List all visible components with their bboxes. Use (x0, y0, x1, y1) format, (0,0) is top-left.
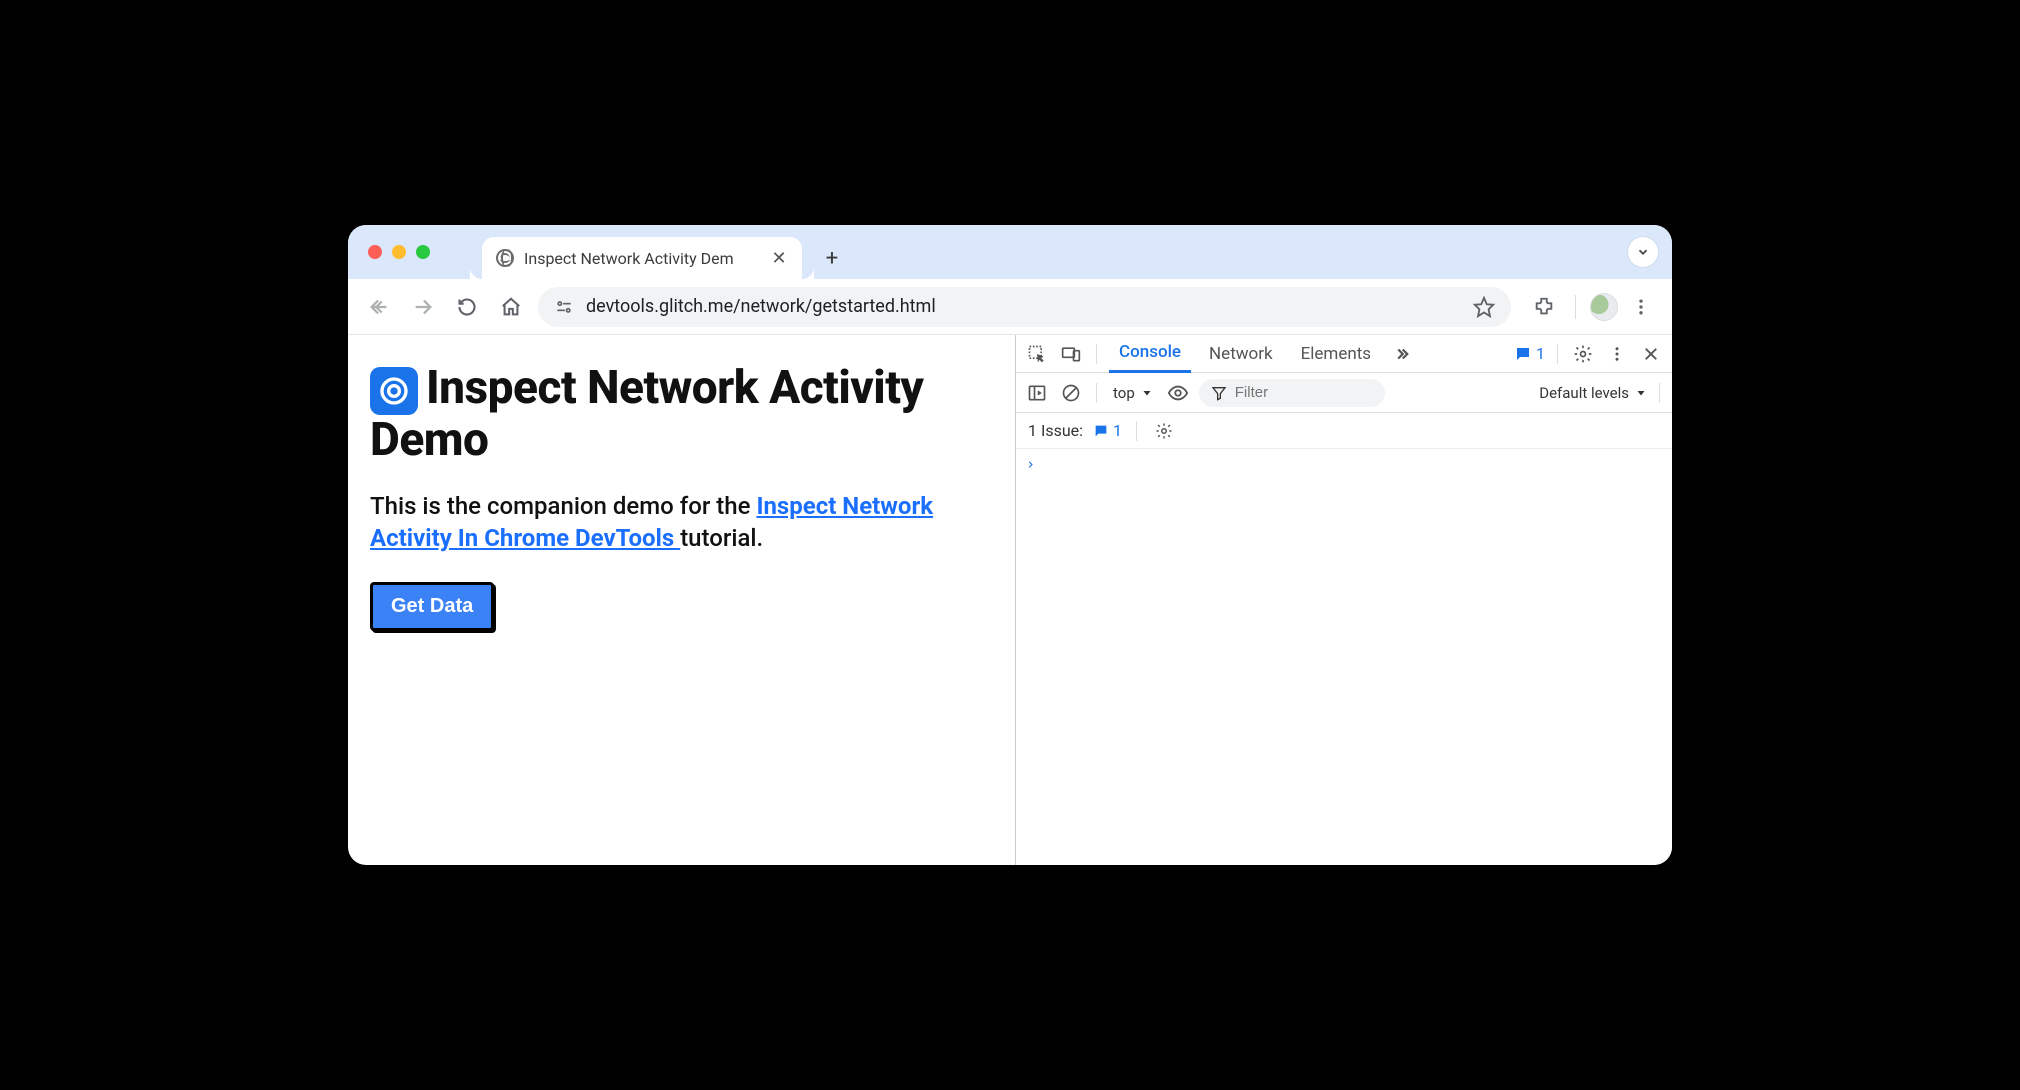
get-data-button[interactable]: Get Data (370, 582, 494, 631)
globe-icon (496, 249, 514, 267)
extensions-button[interactable] (1527, 290, 1561, 324)
close-window-button[interactable] (368, 245, 382, 259)
home-button[interactable] (494, 290, 528, 324)
tab-strip: Inspect Network Activity Dem ✕ + (348, 225, 1672, 279)
tab-search-button[interactable] (1628, 237, 1658, 267)
console-sidebar-toggle-icon[interactable] (1024, 380, 1050, 406)
filter-input[interactable] (1233, 383, 1373, 402)
url-text: devtools.glitch.me/network/getstarted.ht… (586, 296, 936, 317)
paragraph-suffix: tutorial. (680, 524, 763, 552)
browser-tab[interactable]: Inspect Network Activity Dem ✕ (482, 237, 802, 279)
network-tab[interactable]: Network (1199, 335, 1283, 373)
page-title-text: Inspect Network Activity Demo (370, 361, 923, 467)
devtools-menu-icon[interactable] (1604, 341, 1630, 367)
page-paragraph: This is the companion demo for the Inspe… (370, 490, 993, 555)
toolbar-right (1527, 290, 1658, 324)
reload-button[interactable] (450, 290, 484, 324)
close-devtools-icon[interactable] (1638, 341, 1664, 367)
console-filter[interactable] (1199, 379, 1385, 407)
more-tabs-button[interactable] (1389, 341, 1415, 367)
devtools-tab-bar: Console Network Elements 1 (1016, 335, 1672, 373)
context-label: top (1113, 384, 1135, 402)
new-tab-button[interactable]: + (816, 242, 848, 274)
page-viewport: Inspect Network Activity Demo This is th… (348, 335, 1016, 865)
minimize-window-button[interactable] (392, 245, 406, 259)
tab-title: Inspect Network Activity Dem (524, 249, 760, 268)
live-expression-icon[interactable] (1165, 380, 1191, 406)
window-controls (368, 245, 430, 259)
site-settings-icon[interactable] (554, 297, 574, 317)
execution-context-selector[interactable]: top (1109, 379, 1157, 407)
console-prompt: › (1026, 455, 1035, 473)
issues-label: 1 Issue: (1028, 421, 1083, 440)
console-issues-bar: 1 Issue: 1 (1016, 413, 1672, 449)
browser-window: Inspect Network Activity Dem ✕ + devtool… (348, 225, 1672, 865)
elements-tab[interactable]: Elements (1291, 335, 1381, 373)
levels-label: Default levels (1539, 384, 1629, 402)
forward-button[interactable] (406, 290, 440, 324)
content-area: Inspect Network Activity Demo This is th… (348, 335, 1672, 865)
devtools-settings-icon[interactable] (1570, 341, 1596, 367)
chrome-menu-button[interactable] (1624, 290, 1658, 324)
issues-chip-count: 1 (1536, 344, 1545, 363)
issues-bar-chip[interactable]: 1 (1093, 421, 1122, 440)
address-bar[interactable]: devtools.glitch.me/network/getstarted.ht… (538, 287, 1511, 327)
console-toolbar: top Default levels (1016, 373, 1672, 413)
clear-console-icon[interactable] (1058, 380, 1084, 406)
devtools-logo-icon (370, 367, 418, 415)
profile-avatar[interactable] (1590, 293, 1618, 321)
console-body[interactable]: › (1016, 449, 1672, 865)
device-toolbar-icon[interactable] (1058, 341, 1084, 367)
maximize-window-button[interactable] (416, 245, 430, 259)
paragraph-prefix: This is the companion demo for the (370, 492, 756, 520)
back-button[interactable] (362, 290, 396, 324)
browser-toolbar: devtools.glitch.me/network/getstarted.ht… (348, 279, 1672, 335)
issues-bar-count: 1 (1113, 421, 1122, 440)
issues-chip[interactable]: 1 (1514, 344, 1545, 363)
console-tab[interactable]: Console (1109, 335, 1191, 373)
toolbar-divider (1575, 295, 1576, 319)
log-levels-selector[interactable]: Default levels (1539, 384, 1647, 402)
inspect-element-icon[interactable] (1024, 341, 1050, 367)
bookmark-star-icon[interactable] (1473, 296, 1495, 318)
close-tab-button[interactable]: ✕ (770, 248, 788, 269)
devtools-panel: Console Network Elements 1 (1016, 335, 1672, 865)
console-settings-icon[interactable] (1151, 418, 1177, 444)
page-title: Inspect Network Activity Demo (370, 363, 993, 466)
